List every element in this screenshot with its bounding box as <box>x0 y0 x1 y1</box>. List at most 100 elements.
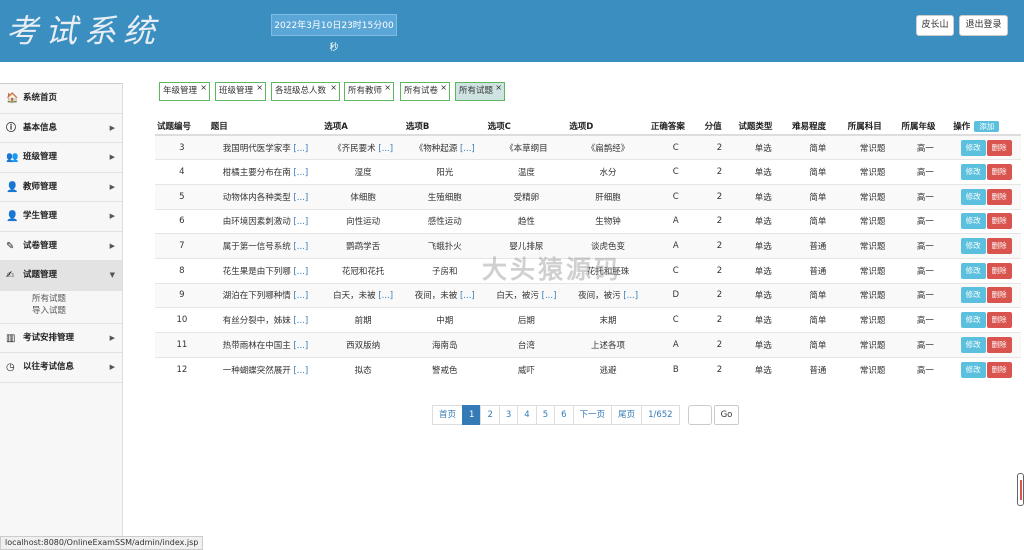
page-2-button[interactable]: 2 <box>480 405 500 425</box>
sidebar-item-schedule[interactable]: ▥ 考试安排管理 ▶ <box>0 324 122 353</box>
user-button[interactable]: 皮长山 <box>916 15 954 36</box>
edit-button[interactable]: 修改 <box>960 287 986 304</box>
close-icon[interactable]: × <box>256 79 263 96</box>
edit-button[interactable]: 修改 <box>960 361 986 378</box>
edit-button[interactable]: 修改 <box>960 139 986 156</box>
column-header: 选项C <box>485 117 568 136</box>
expand-link[interactable]: [...] <box>378 144 393 154</box>
tab-item[interactable]: 所有试题 × <box>455 82 505 101</box>
page-4-button[interactable]: 4 <box>517 405 537 425</box>
add-question-button[interactable]: 添加 <box>974 120 1000 132</box>
edit-button[interactable]: 修改 <box>960 262 986 279</box>
cell-type: 单选 <box>736 332 791 358</box>
expand-link[interactable]: [...] <box>293 193 308 203</box>
tab-item[interactable]: 所有试卷 × <box>400 82 450 101</box>
sidebar-item-info[interactable]: ⓘ 基本信息 ▶ <box>0 114 122 143</box>
edit-button[interactable]: 修改 <box>960 164 986 181</box>
go-button[interactable]: Go <box>713 405 740 425</box>
cell-score: 2 <box>702 208 737 234</box>
close-icon[interactable]: × <box>330 79 337 96</box>
page-jump-input[interactable] <box>687 405 712 425</box>
expand-link[interactable]: [...] <box>293 267 308 277</box>
cell-c: 白天，被污 [...] <box>485 282 568 308</box>
cell-d: 夜间，被污 [...] <box>567 282 649 308</box>
expand-link[interactable]: [...] <box>623 291 638 301</box>
first-page-button[interactable]: 首页 <box>432 405 464 425</box>
cell-d: 肝细胞 <box>567 183 649 210</box>
cell-c: 台湾 <box>485 332 568 358</box>
edit-button[interactable]: 修改 <box>960 188 986 205</box>
edit-button[interactable]: 修改 <box>960 238 986 255</box>
cell-c: 后期 <box>485 307 568 333</box>
expand-link[interactable]: [...] <box>293 366 308 376</box>
page-3-button[interactable]: 3 <box>498 405 519 425</box>
delete-button[interactable]: 删除 <box>986 139 1012 156</box>
sidebar-item-label: 以往考试信息 <box>23 362 75 372</box>
cell-level: 普通 <box>790 257 846 284</box>
expand-link[interactable]: [...] <box>460 144 475 154</box>
cell-score: 2 <box>702 282 737 308</box>
cell-a: 体细胞 <box>322 183 404 210</box>
last-page-button[interactable]: 尾页 <box>611 405 643 425</box>
sidebar-item-paper[interactable]: ✎ 试卷管理 ▶ <box>0 232 122 261</box>
tab-item[interactable]: 各班级总人数 × <box>271 82 340 101</box>
next-page-button[interactable]: 下一页 <box>572 405 613 425</box>
submenu-item[interactable]: 导入试题 <box>32 305 122 317</box>
sidebar-item-teacher[interactable]: 👤 教师管理 ▶ <box>0 173 122 202</box>
sidebar-item-question[interactable]: ✍ 试题管理 ▼ <box>0 261 122 291</box>
expand-link[interactable]: [...] <box>293 144 308 154</box>
page-1-button[interactable]: 1 <box>462 405 482 425</box>
expand-link[interactable]: [...] <box>293 242 308 252</box>
expand-link[interactable]: [...] <box>293 341 308 351</box>
close-icon[interactable]: × <box>440 79 447 96</box>
delete-button[interactable]: 删除 <box>986 188 1012 205</box>
cell-score: 2 <box>702 159 737 185</box>
expand-link[interactable]: [...] <box>293 168 308 178</box>
cell-d: 末期 <box>567 307 649 333</box>
cell-id: 7 <box>155 233 209 259</box>
edit-button[interactable]: 修改 <box>960 213 986 230</box>
close-icon[interactable]: × <box>384 79 391 96</box>
expand-link[interactable]: [...] <box>378 291 393 301</box>
expand-link[interactable]: [...] <box>293 291 308 301</box>
edit-button[interactable]: 修改 <box>960 312 986 329</box>
delete-button[interactable]: 删除 <box>986 164 1012 181</box>
cell-subject: 常识题 <box>845 356 900 382</box>
delete-button[interactable]: 删除 <box>986 213 1012 230</box>
cell-grade: 高一 <box>899 257 952 284</box>
page-6-button[interactable]: 6 <box>554 405 574 425</box>
tab-item[interactable]: 所有教师 × <box>344 82 394 101</box>
logout-button[interactable]: 退出登录 <box>959 15 1008 36</box>
column-header: 所属年级 <box>899 117 952 136</box>
expand-link[interactable]: [...] <box>542 291 557 301</box>
expand-link[interactable]: [...] <box>460 291 475 301</box>
cell-ans: A <box>648 233 703 259</box>
cell-ans: C <box>648 183 703 210</box>
expand-link[interactable]: [...] <box>293 316 308 326</box>
edit-button[interactable]: 修改 <box>960 336 986 353</box>
sidebar-item-history[interactable]: ◷ 以往考试信息 ▶ <box>0 353 122 383</box>
watermark-text: 大头猿源码 <box>482 255 623 284</box>
table-row: 6 由环境因素刺激动 [...] 向性运动 感性运动 趋性 生物钟 A 2 单选 简单 常识题 高一修… <box>155 208 1021 234</box>
submenu-item[interactable]: 所有试题 <box>32 293 122 305</box>
scrollbar-thumb[interactable] <box>1017 473 1024 506</box>
sidebar-item-class[interactable]: 👥 班级管理 ▶ <box>0 143 122 173</box>
tab-item[interactable]: 年级管理 × <box>159 82 210 101</box>
sidebar: 🏠 系统首页 ⓘ 基本信息 ▶ 👥 班级管理 ▶ 👤 教师管理 ▶ 👤 学生管理 ▶ ✎ 试卷管理 ▶ ✍ 试题管理… <box>0 83 123 550</box>
column-header: 操作 添加 <box>951 117 1021 136</box>
close-icon[interactable]: × <box>200 79 207 96</box>
delete-button[interactable]: 删除 <box>986 287 1012 304</box>
delete-button[interactable]: 删除 <box>986 361 1012 378</box>
expand-link[interactable]: [...] <box>293 217 308 227</box>
delete-button[interactable]: 删除 <box>986 262 1012 279</box>
delete-button[interactable]: 删除 <box>986 336 1012 353</box>
sidebar-item-student[interactable]: 👤 学生管理 ▶ <box>0 202 122 232</box>
delete-button[interactable]: 删除 <box>986 238 1012 255</box>
cell-type: 单选 <box>736 282 791 308</box>
delete-button[interactable]: 删除 <box>986 312 1012 329</box>
sidebar-item-home[interactable]: 🏠 系统首页 <box>0 84 122 114</box>
cell-level: 简单 <box>790 134 846 160</box>
tab-item[interactable]: 班级管理 × <box>215 82 266 101</box>
close-icon[interactable]: × <box>495 79 502 96</box>
page-5-button[interactable]: 5 <box>535 405 556 425</box>
